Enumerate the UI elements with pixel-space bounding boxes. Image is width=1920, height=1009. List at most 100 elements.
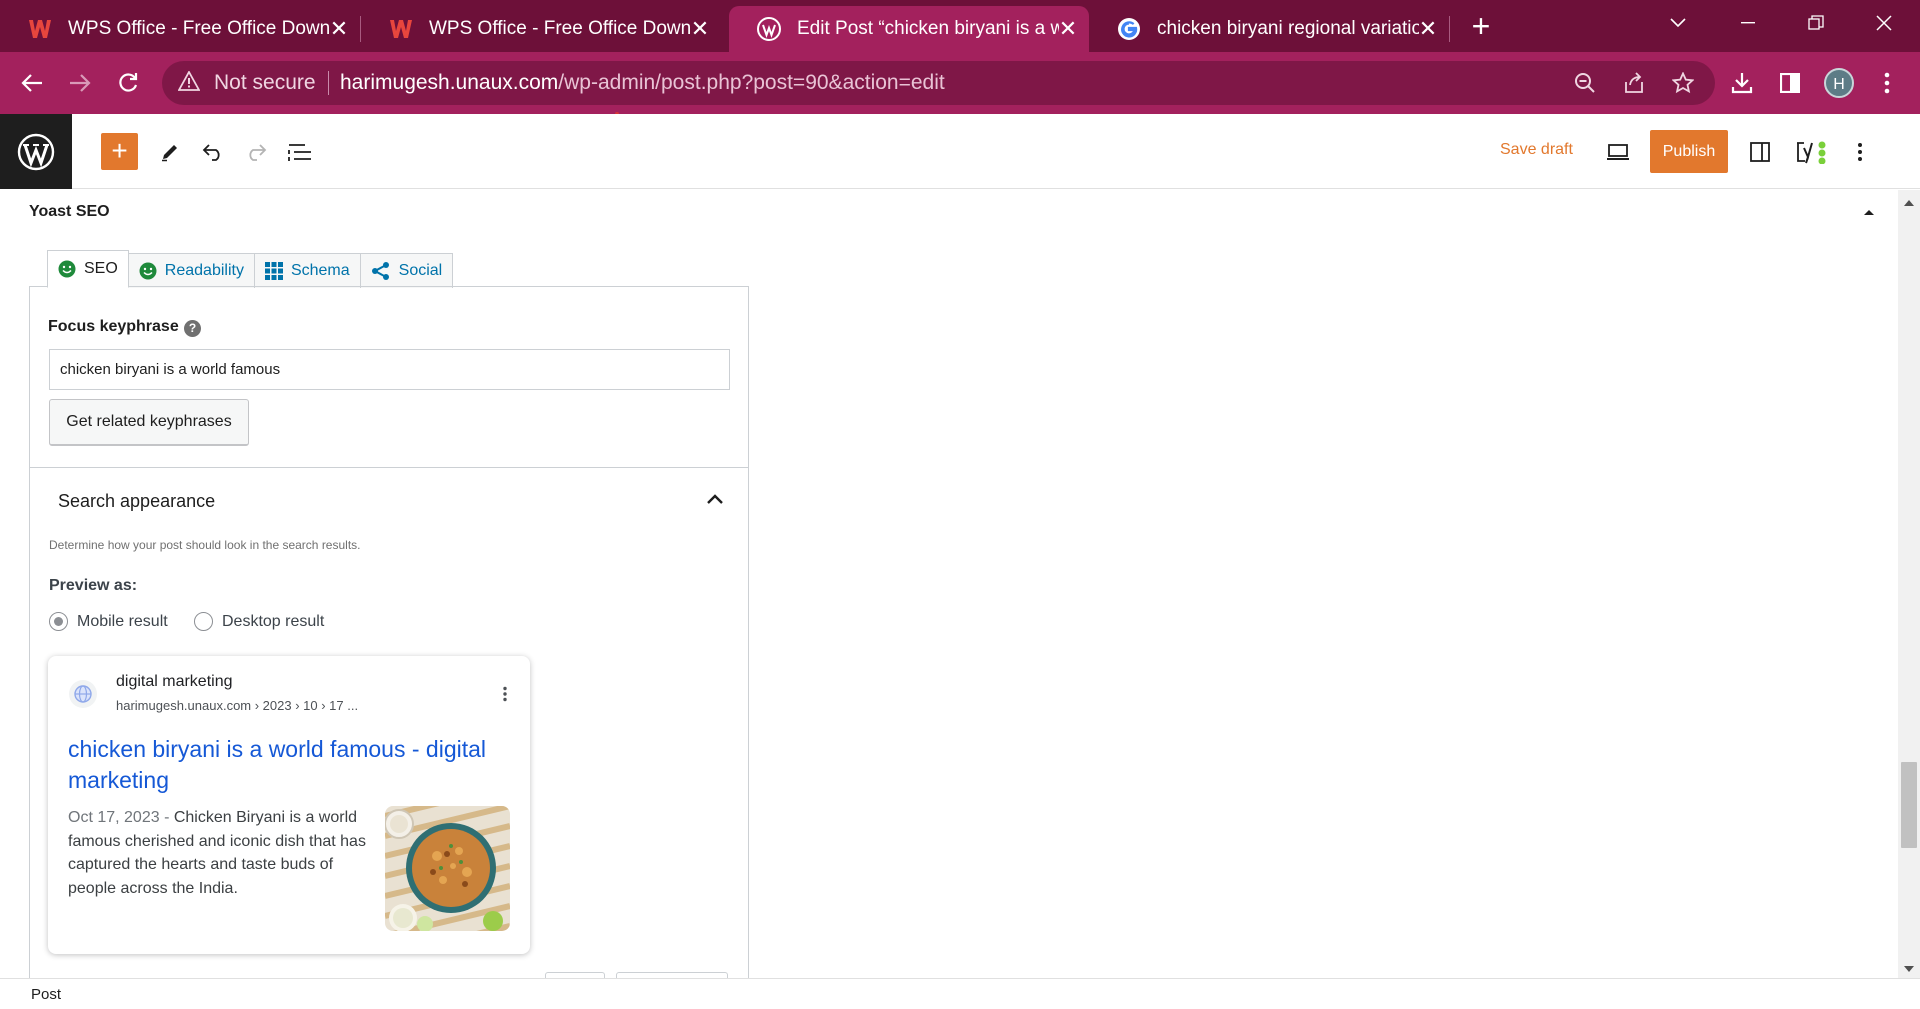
tab-social[interactable]: Social <box>359 253 454 288</box>
get-related-keyphrases-button[interactable]: Get related keyphrases <box>49 399 249 446</box>
radio-label: Mobile result <box>77 612 168 630</box>
wps-icon <box>389 17 413 41</box>
radio-selected-icon[interactable] <box>49 612 68 631</box>
close-tab-icon[interactable]: ✕ <box>687 16 713 42</box>
tab-label: Readability <box>164 262 244 279</box>
focus-keyphrase-label: Focus keyphrase <box>48 318 179 335</box>
minimize-icon[interactable] <box>1718 6 1778 40</box>
page-scrollbar[interactable] <box>1898 190 1920 978</box>
warning-triangle-icon[interactable] <box>177 70 201 96</box>
scroll-down-arrow-icon[interactable] <box>1903 960 1915 978</box>
smiley-icon <box>58 260 76 278</box>
google-icon <box>1117 17 1141 41</box>
tab-readability[interactable]: Readability <box>127 253 255 288</box>
close-tab-icon[interactable]: ✕ <box>1055 16 1081 42</box>
tab-seo[interactable]: SEO <box>47 250 129 288</box>
browser-tab-strip: WPS Office - Free Office Downlo ✕ WPS Of… <box>0 0 1920 52</box>
bookmark-star-icon[interactable] <box>1669 69 1697 97</box>
url-text[interactable]: harimugesh.unaux.com/wp-admin/post.php?p… <box>340 71 945 95</box>
editor-content: Yoast SEO SEO Readability Schema Social … <box>0 190 1898 978</box>
chevron-up-icon[interactable] <box>706 492 724 510</box>
caret-up-icon[interactable] <box>1862 204 1878 220</box>
preview-as-label: Preview as: <box>49 577 138 594</box>
serp-date-separator: - <box>159 809 174 826</box>
publish-button[interactable]: Publish <box>1650 130 1728 173</box>
tab-label: Schema <box>290 262 350 279</box>
tab-title: Edit Post “chicken biryani is a wo <box>797 18 1059 39</box>
forward-arrow-icon[interactable] <box>64 67 96 99</box>
search-appearance-title[interactable]: Search appearance <box>58 491 215 512</box>
redo-icon[interactable] <box>240 136 272 168</box>
address-bar[interactable]: Not secure harimugesh.unaux.com/wp-admin… <box>162 61 1715 105</box>
browser-menu-icon[interactable] <box>1871 67 1903 99</box>
security-status-label[interactable]: Not secure <box>214 71 316 95</box>
restore-window-icon[interactable] <box>1786 6 1846 40</box>
browser-tab-3-active[interactable]: Edit Post “chicken biryani is a wo ✕ <box>729 6 1089 52</box>
save-draft-button[interactable]: Save draft <box>1500 141 1573 159</box>
tab-title: WPS Office - Free Office Downlo <box>429 18 691 39</box>
desktop-result-radio[interactable]: Desktop result <box>194 612 324 631</box>
scroll-up-arrow-icon[interactable] <box>1903 194 1915 212</box>
smiley-icon <box>139 262 157 280</box>
tab-schema[interactable]: Schema <box>253 253 361 288</box>
radio-label: Desktop result <box>222 612 325 630</box>
grid-icon <box>264 262 283 280</box>
search-appearance-description: Determine how your post should look in t… <box>49 538 361 552</box>
wps-icon <box>28 17 52 41</box>
yoast-panel-title[interactable]: Yoast SEO <box>29 203 110 221</box>
zoom-out-icon[interactable] <box>1571 69 1599 97</box>
preview-device-icon[interactable] <box>1602 136 1634 168</box>
breadcrumb-post[interactable]: Post <box>31 986 61 1003</box>
profile-avatar[interactable]: H <box>1824 68 1854 98</box>
wordpress-icon <box>757 17 781 41</box>
mobile-result-radio[interactable]: Mobile result <box>49 612 168 631</box>
yoast-tabs: SEO Readability Schema Social <box>47 250 454 288</box>
options-menu-icon[interactable] <box>1844 136 1876 168</box>
editor-header: + Save draft Publish <box>0 114 1920 189</box>
radio-unselected-icon[interactable] <box>194 612 213 631</box>
close-window-icon[interactable] <box>1854 6 1914 40</box>
close-tab-icon[interactable]: ✕ <box>1415 16 1441 42</box>
share-icon <box>371 262 391 280</box>
tab-search-chevron-icon[interactable] <box>1648 6 1708 40</box>
side-panel-icon[interactable] <box>1774 67 1806 99</box>
browser-tab-1[interactable]: WPS Office - Free Office Downlo ✕ <box>0 6 360 52</box>
tab-title: WPS Office - Free Office Downlo <box>68 18 330 39</box>
browser-tab-2[interactable]: WPS Office - Free Office Downlo ✕ <box>361 6 721 52</box>
block-inserter-button[interactable]: + <box>101 133 138 170</box>
serp-snippet: Oct 17, 2023 - Chicken Biryani is a worl… <box>68 806 372 900</box>
tab-divider <box>1449 16 1450 42</box>
browser-toolbar: Not secure harimugesh.unaux.com/wp-admin… <box>0 52 1920 114</box>
url-path: /wp-admin/post.php?post=90&action=edit <box>558 71 945 94</box>
serp-title[interactable]: chicken biryani is a world famous - digi… <box>68 734 518 796</box>
download-icon[interactable] <box>1726 67 1758 99</box>
serp-breadcrumb: harimugesh.unaux.com › 2023 › 10 › 17 ..… <box>116 698 359 713</box>
globe-icon <box>69 680 97 708</box>
tab-label: SEO <box>84 260 118 277</box>
help-icon[interactable]: ? <box>184 320 201 337</box>
serp-site-name: digital marketing <box>116 673 233 690</box>
undo-icon[interactable] <box>197 136 229 168</box>
tab-label: Social <box>398 262 443 279</box>
pencil-tools-icon[interactable] <box>154 136 186 168</box>
serp-preview-card: digital marketing harimugesh.unaux.com ›… <box>48 656 530 954</box>
close-tab-icon[interactable]: ✕ <box>326 16 352 42</box>
scrollbar-thumb[interactable] <box>1901 762 1917 848</box>
document-overview-icon[interactable] <box>284 136 316 168</box>
omnibox-divider <box>328 71 329 95</box>
focus-keyphrase-input[interactable]: chicken biryani is a world famous <box>49 349 730 390</box>
reload-icon[interactable] <box>112 67 144 99</box>
block-breadcrumb-bar: Post <box>0 978 1920 1009</box>
back-arrow-icon[interactable] <box>16 67 48 99</box>
share-page-icon[interactable] <box>1620 69 1648 97</box>
settings-sidebar-icon[interactable] <box>1744 136 1776 168</box>
serp-date: Oct 17, 2023 <box>68 809 160 826</box>
new-tab-button[interactable]: + <box>1464 10 1498 44</box>
url-host: harimugesh.unaux.com <box>340 71 559 94</box>
section-divider <box>29 467 749 468</box>
biryani-thumbnail-image <box>385 806 510 931</box>
more-vert-icon <box>502 686 516 706</box>
wordpress-logo-icon[interactable] <box>0 114 72 189</box>
yoast-icon[interactable] <box>1794 136 1834 168</box>
browser-tab-4[interactable]: chicken biryani regional variation ✕ <box>1089 6 1449 52</box>
